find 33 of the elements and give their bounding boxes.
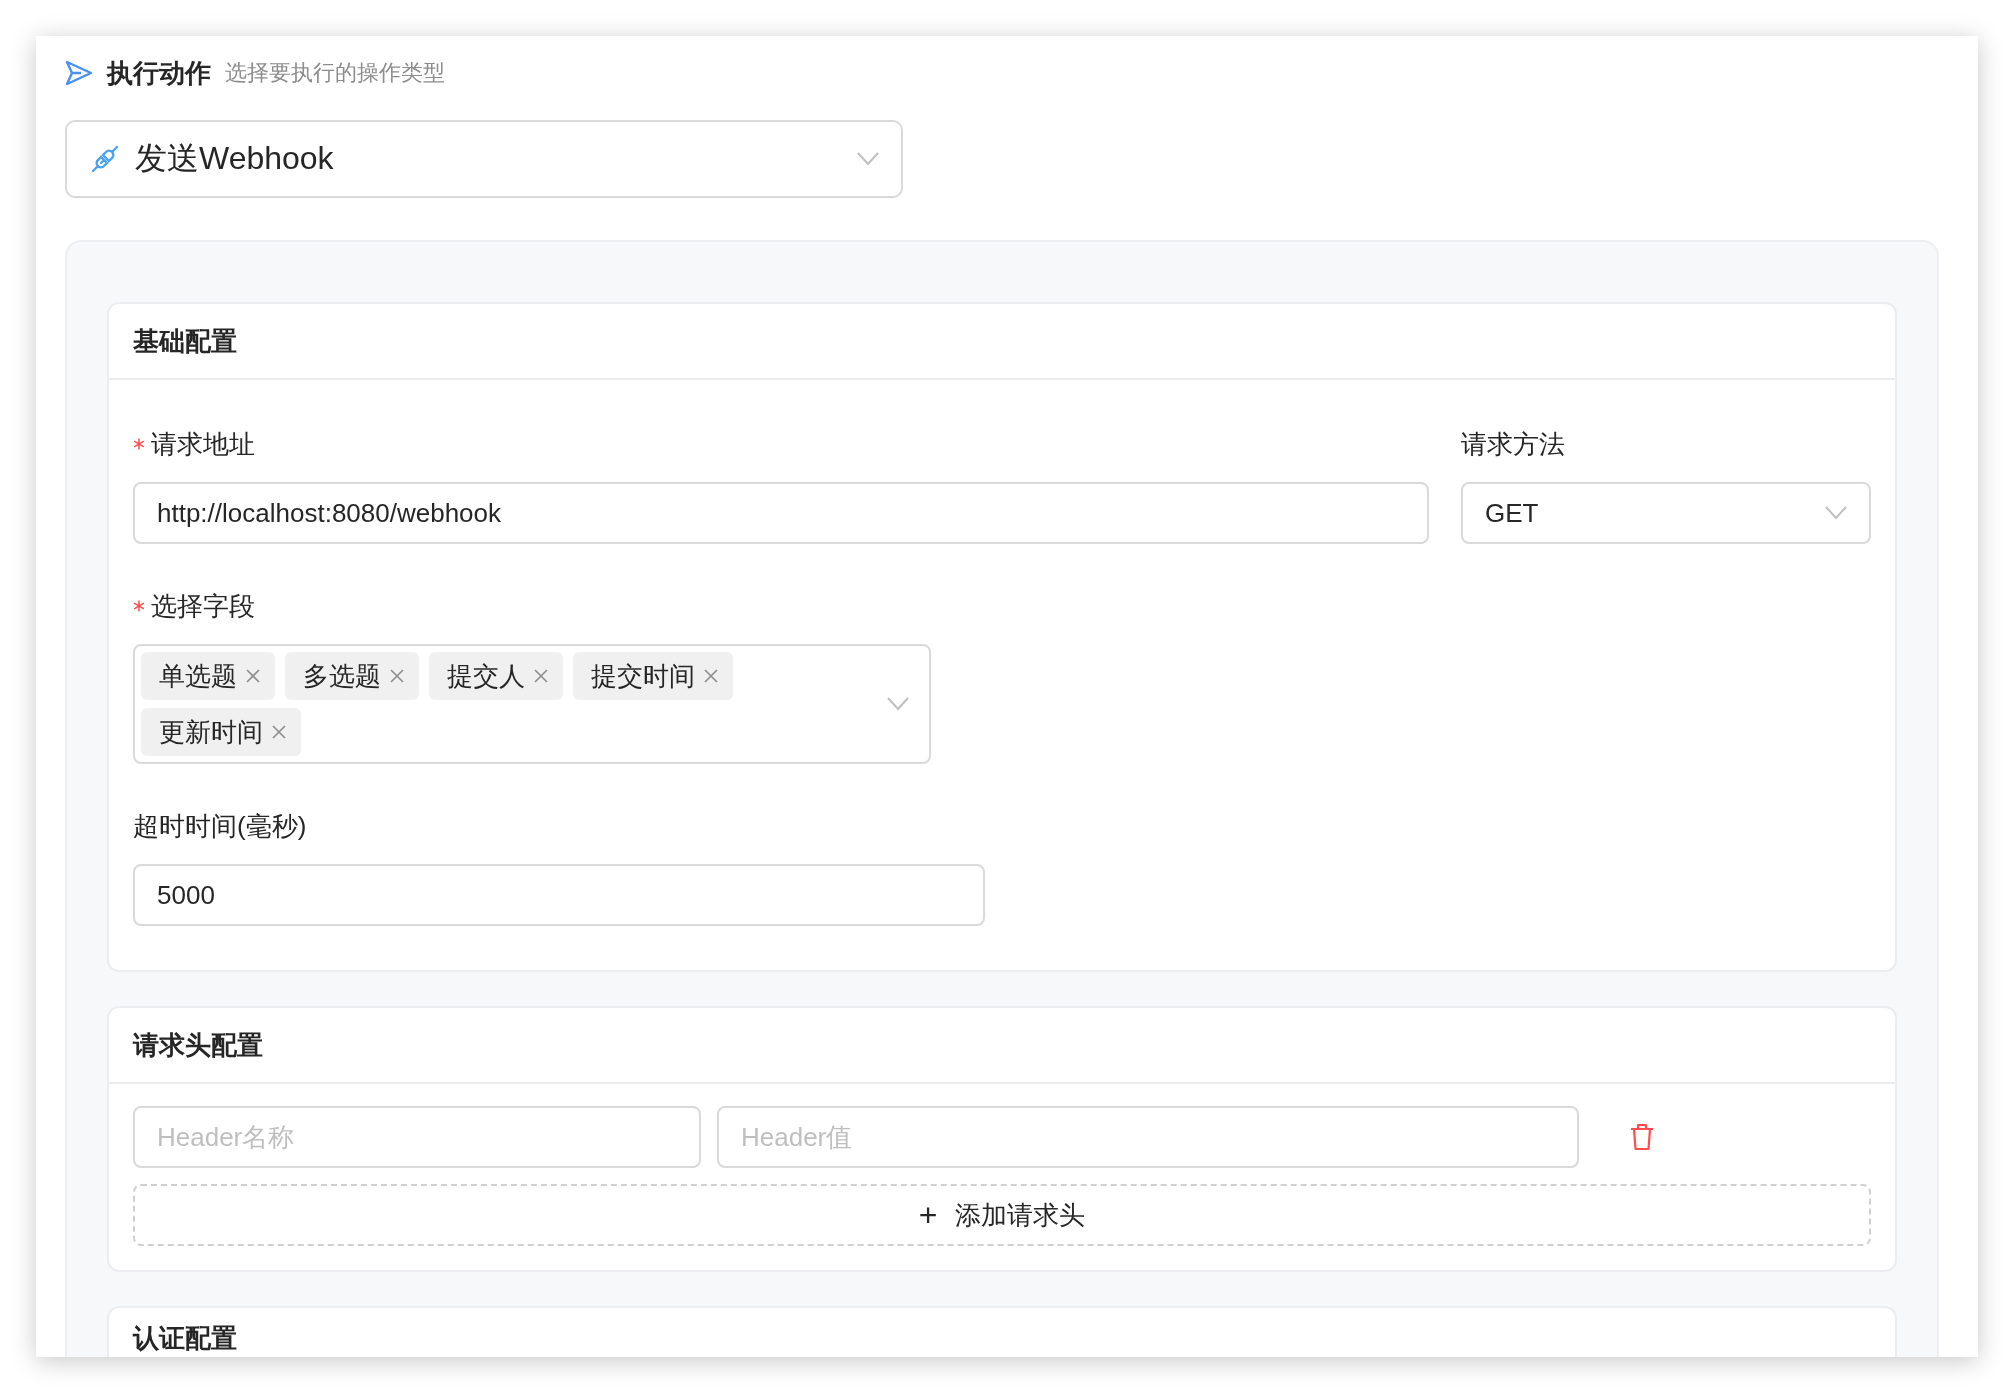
field-label: 超时时间(毫秒) <box>133 810 307 843</box>
action-select[interactable]: 发送Webhook <box>65 120 903 198</box>
section-title: 执行动作 <box>107 56 211 90</box>
card-title: 请求头配置 <box>109 1008 1895 1084</box>
url-input[interactable]: http://localhost:8080/webhook <box>133 482 1429 544</box>
plug-icon <box>89 143 121 175</box>
tag-label: 更新时间 <box>159 715 263 749</box>
add-header-button[interactable]: + 添加请求头 <box>133 1184 1871 1246</box>
header-value-input[interactable]: Header值 <box>717 1106 1579 1168</box>
close-icon[interactable] <box>245 668 261 684</box>
close-icon[interactable] <box>533 668 549 684</box>
tag-label: 单选题 <box>159 659 237 693</box>
header-name-input[interactable]: Header名称 <box>133 1106 701 1168</box>
tag-label: 多选题 <box>303 659 381 693</box>
field-label: 选择字段 <box>151 590 255 623</box>
card-title: 认证配置 <box>109 1308 1895 1357</box>
close-icon[interactable] <box>703 668 719 684</box>
tag-label: 提交时间 <box>591 659 695 693</box>
field-label: 请求方法 <box>1461 428 1565 461</box>
method-select[interactable]: GET <box>1461 482 1871 544</box>
timeout-input[interactable]: 5000 <box>133 864 985 926</box>
close-icon[interactable] <box>271 724 287 740</box>
card-title: 基础配置 <box>109 304 1895 380</box>
section-subtitle: 选择要执行的操作类型 <box>225 59 445 87</box>
delete-icon[interactable] <box>1629 1123 1655 1151</box>
chevron-down-icon <box>887 697 909 711</box>
field-label: 请求地址 <box>151 428 255 461</box>
field-multiselect[interactable]: 单选题 多选题 提交人 提交时间 更新时间 <box>133 644 931 764</box>
send-icon <box>65 59 93 87</box>
chevron-down-icon <box>1825 506 1847 520</box>
tag-label: 提交人 <box>447 659 525 693</box>
chevron-down-icon <box>857 152 879 166</box>
close-icon[interactable] <box>389 668 405 684</box>
